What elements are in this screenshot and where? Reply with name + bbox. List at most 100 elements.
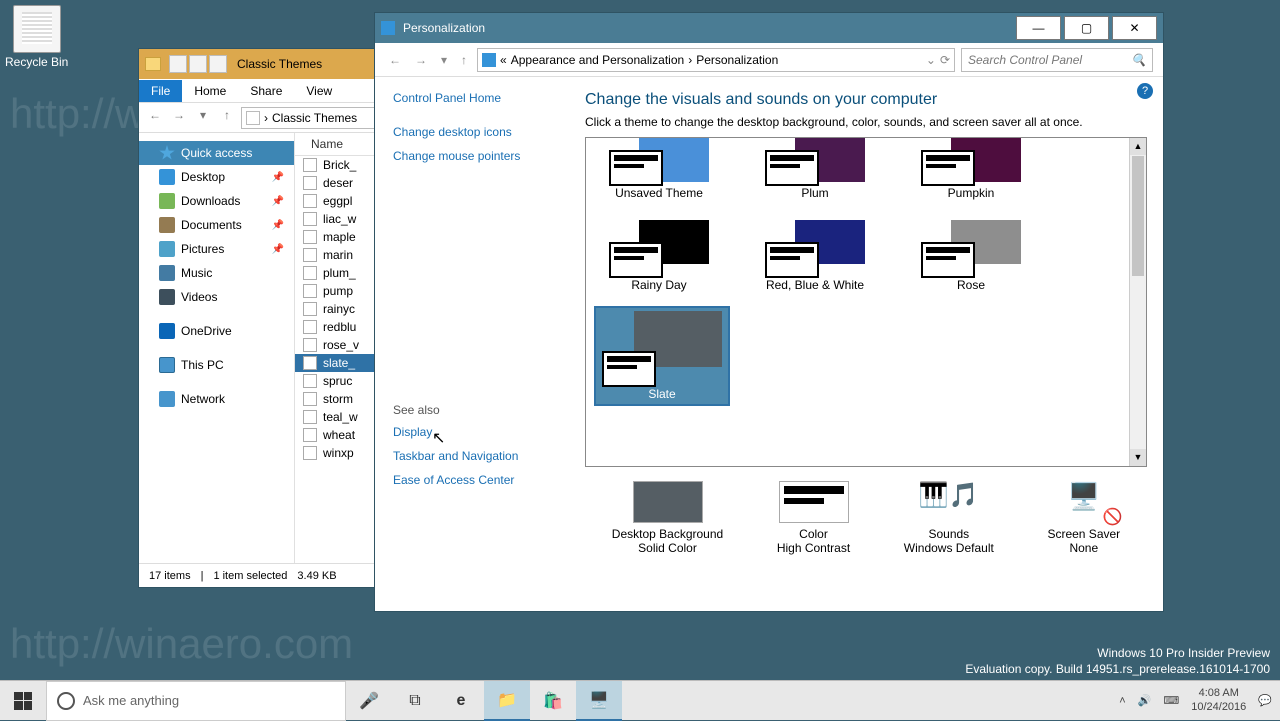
sidebar-item-this-pc[interactable]: This PC	[139, 353, 294, 377]
desktop-icon	[159, 169, 175, 185]
scroll-thumb[interactable]	[1132, 156, 1144, 276]
theme-pumpkin[interactable]: Pumpkin	[906, 138, 1036, 200]
personalization-icon	[381, 21, 395, 35]
file-icon	[303, 158, 317, 172]
sidebar-item-network[interactable]: Network	[139, 387, 294, 411]
personalization-window: Personalization — ▢ ✕ ← → ▾ ↑ « Appearan…	[374, 12, 1164, 612]
onedrive-icon	[159, 323, 175, 339]
dropdown-history[interactable]: ▾	[437, 53, 451, 67]
recycle-bin-icon	[13, 5, 61, 53]
sidebar-item-music[interactable]: Music	[139, 261, 294, 285]
sidebar-item-onedrive[interactable]: OneDrive	[139, 319, 294, 343]
download-icon	[159, 193, 175, 209]
edge-button[interactable]: e	[438, 681, 484, 721]
taskbar-navigation-link[interactable]: Taskbar and Navigation	[393, 449, 551, 463]
back-button[interactable]: ←	[145, 108, 165, 128]
breadcrumb[interactable]: « Appearance and Personalization › Perso…	[477, 48, 955, 72]
theme-red-blue-white[interactable]: Red, Blue & White	[750, 220, 880, 292]
up-button[interactable]: ↑	[457, 53, 471, 67]
tray-chevron-icon[interactable]: ˄	[1119, 695, 1125, 707]
file-icon	[303, 230, 317, 244]
file-icon	[303, 320, 317, 334]
forward-button[interactable]: →	[411, 53, 431, 67]
change-desktop-icons-link[interactable]: Change desktop icons	[393, 125, 551, 139]
display-link[interactable]: Display	[393, 425, 551, 439]
screen-saver-option[interactable]: 🖥️🚫 Screen Saver None	[1047, 481, 1120, 555]
screen-saver-icon: 🖥️🚫	[1049, 481, 1119, 523]
see-also-heading: See also	[393, 403, 551, 417]
window-title: Personalization	[403, 21, 485, 35]
volume-icon[interactable]: 🔊	[1138, 694, 1152, 707]
theme-plum[interactable]: Plum	[750, 138, 880, 200]
ease-of-access-link[interactable]: Ease of Access Center	[393, 473, 551, 487]
desktop-background-option[interactable]: Desktop Background Solid Color	[612, 481, 723, 555]
start-button[interactable]	[0, 681, 46, 721]
breadcrumb-part[interactable]: Personalization	[696, 53, 778, 67]
scrollbar[interactable]: ▲ ▼	[1129, 138, 1146, 466]
theme-slate-selected[interactable]: Slate	[594, 306, 730, 406]
sounds-option[interactable]: 🎹🎵 Sounds Windows Default	[904, 481, 994, 555]
theme-rainy-day[interactable]: Rainy Day	[594, 220, 724, 292]
dropdown-history[interactable]: ▾	[193, 108, 213, 128]
refresh-icon[interactable]: ⟳	[940, 53, 950, 67]
tab-share[interactable]: Share	[238, 80, 294, 102]
control-panel-home-link[interactable]: Control Panel Home	[393, 91, 551, 105]
sidebar-item-desktop[interactable]: Desktop📌	[139, 165, 294, 189]
help-icon[interactable]: ?	[1137, 83, 1153, 99]
personalization-taskbar-button[interactable]: 🖥️	[576, 681, 622, 721]
forward-button[interactable]: →	[169, 108, 189, 128]
chevron-down-icon[interactable]: ⌄	[926, 53, 936, 67]
quick-access-toolbar[interactable]	[169, 55, 227, 73]
recycle-bin[interactable]: Recycle Bin	[5, 5, 68, 69]
file-icon	[303, 374, 317, 388]
file-icon	[303, 212, 317, 226]
mouse-cursor-icon: ↖	[432, 428, 445, 448]
file-icon	[303, 356, 317, 370]
theme-unsaved[interactable]: Unsaved Theme	[594, 138, 724, 200]
file-icon	[303, 248, 317, 262]
pin-icon: 📌	[272, 196, 284, 207]
watermark-bg: http://winaero.com	[10, 620, 353, 668]
close-button[interactable]: ✕	[1112, 16, 1157, 40]
scroll-up-icon[interactable]: ▲	[1130, 138, 1146, 155]
tab-view[interactable]: View	[294, 80, 344, 102]
file-icon	[303, 194, 317, 208]
explorer-title: Classic Themes	[237, 57, 322, 71]
action-center-icon[interactable]: 💬	[1258, 694, 1272, 707]
windows-edition-text: Windows 10 Pro Insider Preview	[1097, 646, 1270, 660]
theme-rose[interactable]: Rose	[906, 220, 1036, 292]
windows-logo-icon	[14, 692, 32, 710]
cortana-search[interactable]: Ask me anything	[46, 681, 346, 721]
task-view-button[interactable]: ⧉	[392, 681, 438, 721]
pictures-icon	[159, 241, 175, 257]
sidebar-item-quick-access[interactable]: Quick access	[139, 141, 294, 165]
control-panel-sidebar: Control Panel Home Change desktop icons …	[375, 77, 569, 605]
color-option[interactable]: Color High Contrast	[777, 481, 850, 555]
tab-home[interactable]: Home	[182, 80, 238, 102]
up-button[interactable]: ↑	[217, 108, 237, 128]
breadcrumb-part[interactable]: Appearance and Personalization	[511, 53, 684, 67]
search-input[interactable]: Search Control Panel 🔍	[961, 48, 1153, 72]
recycle-bin-label: Recycle Bin	[5, 55, 68, 69]
store-button[interactable]: 🛍️	[530, 681, 576, 721]
personalization-titlebar[interactable]: Personalization — ▢ ✕	[375, 13, 1163, 43]
sidebar-item-downloads[interactable]: Downloads📌	[139, 189, 294, 213]
folder-icon	[246, 111, 260, 125]
tab-file[interactable]: File	[139, 80, 182, 102]
keyboard-icon[interactable]: ⌨	[1163, 694, 1179, 707]
scroll-down-icon[interactable]: ▼	[1130, 449, 1146, 466]
maximize-button[interactable]: ▢	[1064, 16, 1109, 40]
clock-time: 4:08 AM	[1191, 687, 1246, 700]
clock[interactable]: 4:08 AM 10/24/2016	[1191, 687, 1246, 713]
control-panel-icon	[482, 53, 496, 67]
back-button[interactable]: ←	[385, 53, 405, 67]
sidebar-item-documents[interactable]: Documents📌	[139, 213, 294, 237]
sidebar-item-videos[interactable]: Videos	[139, 285, 294, 309]
file-icon	[303, 284, 317, 298]
change-mouse-pointers-link[interactable]: Change mouse pointers	[393, 149, 551, 163]
explorer-taskbar-button[interactable]: 📁	[484, 681, 530, 721]
microphone-button[interactable]: 🎤	[346, 681, 392, 721]
minimize-button[interactable]: —	[1016, 16, 1061, 40]
color-preview	[779, 481, 849, 523]
sidebar-item-pictures[interactable]: Pictures📌	[139, 237, 294, 261]
